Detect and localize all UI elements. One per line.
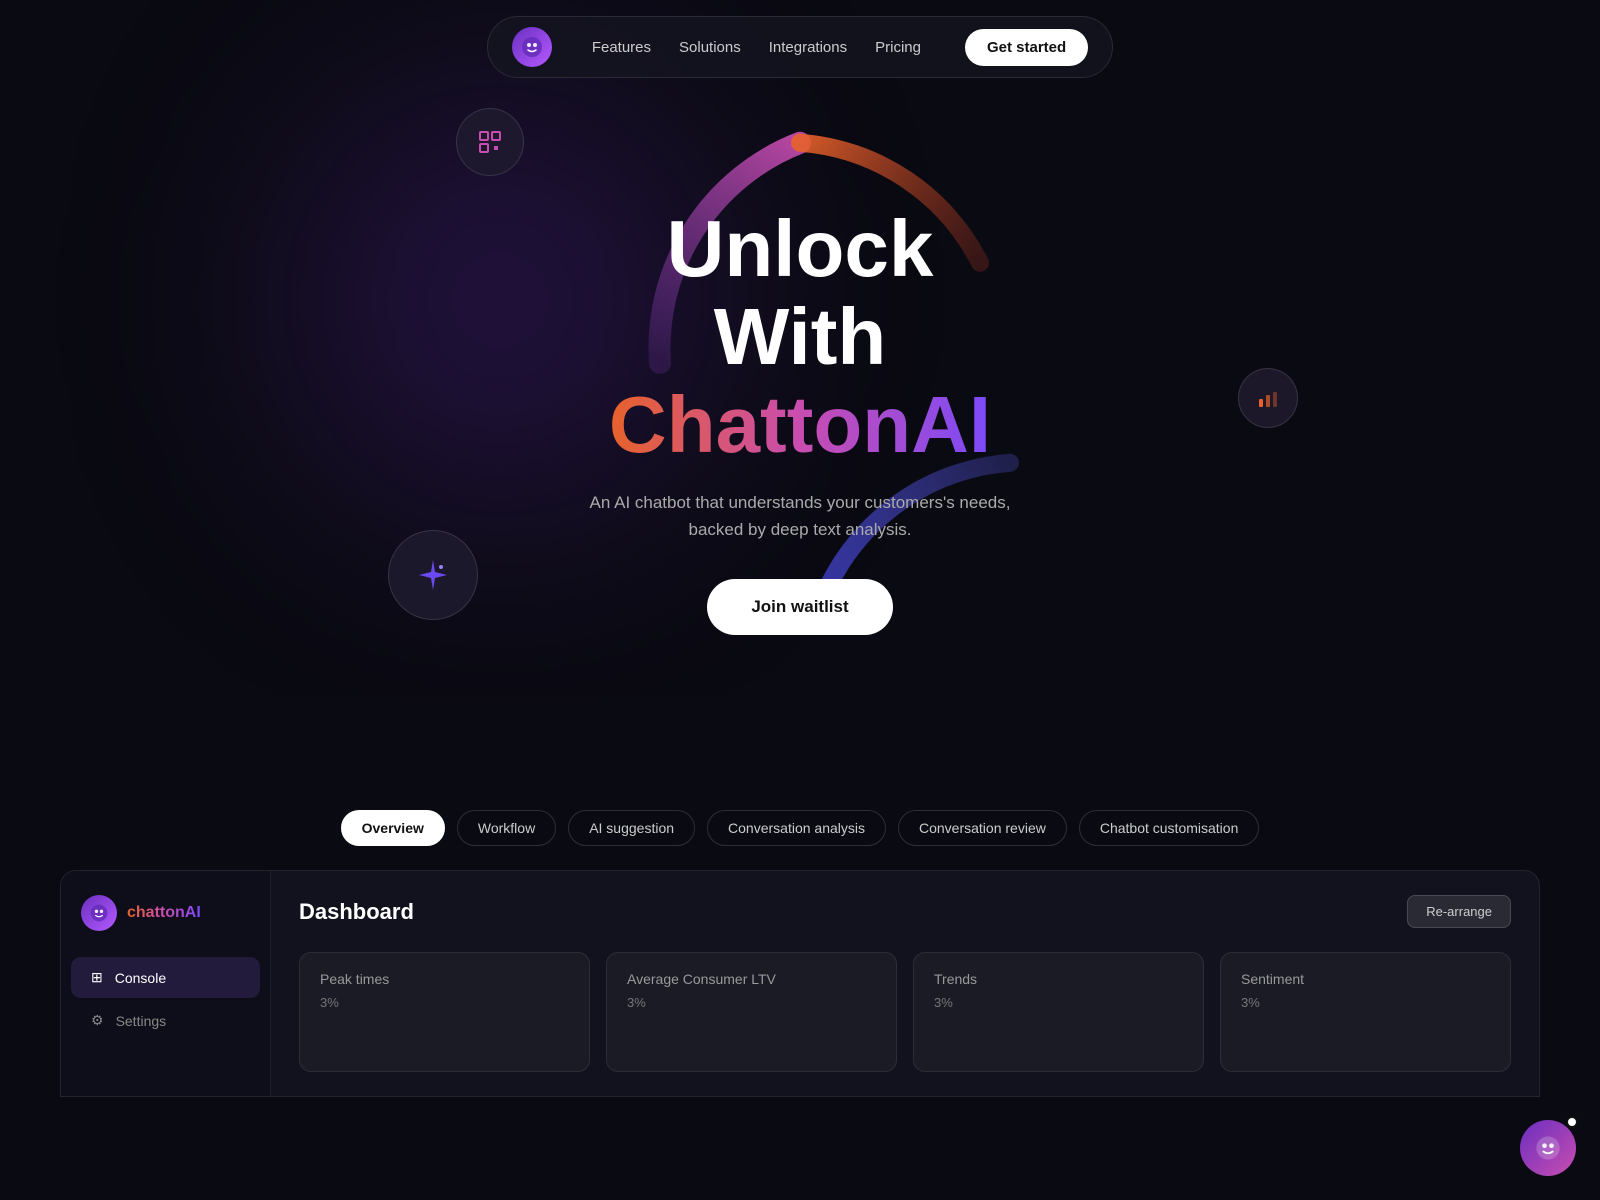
get-started-button[interactable]: Get started — [965, 29, 1088, 66]
tab-workflow[interactable]: Workflow — [457, 810, 556, 846]
sidebar: chattonAI ⊞ Console ⚙ Settings — [61, 871, 271, 1096]
card-sentiment-title: Sentiment — [1241, 971, 1490, 987]
nav-solutions[interactable]: Solutions — [679, 39, 741, 56]
sidebar-logo: chattonAI — [61, 895, 270, 955]
card-sentiment: Sentiment 3% — [1220, 952, 1511, 1072]
sidebar-item-console[interactable]: ⊞ Console — [71, 957, 260, 998]
feature-tabs: Overview Workflow AI suggestion Conversa… — [0, 780, 1600, 870]
card-trends: Trends 3% — [913, 952, 1204, 1072]
nav-pricing[interactable]: Pricing — [875, 39, 921, 56]
dashboard-title: Dashboard — [299, 899, 414, 925]
card-sentiment-value: 3% — [1241, 995, 1490, 1010]
nav-logo — [512, 27, 552, 67]
sparkle-icon-bubble — [388, 530, 478, 620]
hero-text-block: Unlock With ChattonAI An AI chatbot that… — [580, 205, 1020, 635]
card-trends-title: Trends — [934, 971, 1183, 987]
sidebar-item-label: Settings — [116, 1013, 167, 1029]
card-peak-times: Peak times 3% — [299, 952, 590, 1072]
navigation: Features Solutions Integrations Pricing … — [0, 0, 1600, 94]
card-avg-consumer-value: 3% — [627, 995, 876, 1010]
card-avg-consumer: Average Consumer LTV 3% — [606, 952, 897, 1072]
sidebar-brand-name: chattonAI — [127, 904, 201, 922]
rearrange-button[interactable]: Re-arrange — [1407, 895, 1511, 928]
card-trends-value: 3% — [934, 995, 1183, 1010]
hero-section: Unlock With ChattonAI An AI chatbot that… — [0, 0, 1600, 780]
tab-conversation-review[interactable]: Conversation review — [898, 810, 1067, 846]
join-waitlist-button[interactable]: Join waitlist — [707, 579, 892, 635]
dashboard-header: Dashboard Re-arrange — [299, 895, 1511, 928]
dashboard-cards: Peak times 3% Average Consumer LTV 3% Tr… — [299, 952, 1511, 1072]
card-avg-consumer-title: Average Consumer LTV — [627, 971, 876, 987]
chart-icon-bubble — [1238, 368, 1298, 428]
scan-icon-bubble — [456, 108, 524, 176]
hero-title: Unlock With ChattonAI — [580, 205, 1020, 469]
sidebar-item-label: Console — [115, 970, 166, 986]
dashboard-main: Dashboard Re-arrange Peak times 3% Avera… — [271, 871, 1539, 1096]
hero-subtitle: An AI chatbot that understands your cust… — [580, 489, 1020, 543]
tab-overview[interactable]: Overview — [341, 810, 445, 846]
console-icon: ⊞ — [91, 969, 103, 986]
card-peak-times-title: Peak times — [320, 971, 569, 987]
nav-features[interactable]: Features — [592, 39, 651, 56]
tab-conversation-analysis[interactable]: Conversation analysis — [707, 810, 886, 846]
settings-icon: ⚙ — [91, 1012, 104, 1029]
chat-bubble[interactable] — [1520, 1120, 1576, 1176]
tab-chatbot-customisation[interactable]: Chatbot customisation — [1079, 810, 1260, 846]
sidebar-logo-icon — [81, 895, 117, 931]
card-peak-times-value: 3% — [320, 995, 569, 1010]
sidebar-item-settings[interactable]: ⚙ Settings — [71, 1000, 260, 1041]
nav-links: Features Solutions Integrations Pricing — [592, 39, 921, 56]
dashboard-preview: chattonAI ⊞ Console ⚙ Settings Dashboard… — [60, 870, 1540, 1097]
nav-integrations[interactable]: Integrations — [769, 39, 847, 56]
tab-ai-suggestion[interactable]: AI suggestion — [568, 810, 695, 846]
